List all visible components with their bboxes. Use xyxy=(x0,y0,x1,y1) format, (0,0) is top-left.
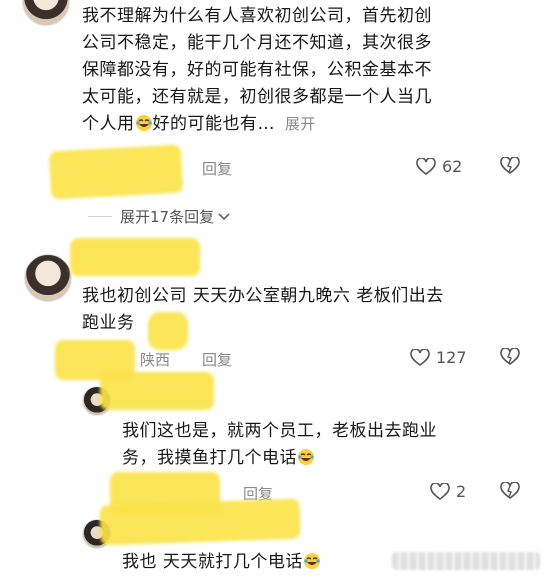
chevron-down-icon xyxy=(218,212,230,221)
reply-button[interactable]: 回复 xyxy=(202,349,232,370)
broken-heart-icon[interactable] xyxy=(500,482,520,500)
location-label: 陕西 xyxy=(140,351,171,369)
comment-body: 我不理解为什么有人喜欢初创公司，首先初创 公司不稳定，能干几个月还不知道，其次很… xyxy=(82,3,532,138)
comment-line: 我不理解为什么有人喜欢初创公司，首先初创 xyxy=(82,6,432,26)
expand-replies-button[interactable]: 展开17条回复 xyxy=(120,206,230,227)
redacted-username xyxy=(100,372,214,410)
redacted-emoji xyxy=(148,312,188,350)
reply-body: 我也 天天就打几个电话 xyxy=(122,549,422,576)
reply-button[interactable]: 回复 xyxy=(202,158,232,179)
comment-line: 保障都没有，好的可能有社保，公积金基本不 xyxy=(82,60,432,80)
avatar[interactable] xyxy=(24,254,72,302)
comment-line: 我也初创公司 天天办公室朝九晚六 老板们出去 xyxy=(82,286,444,306)
broken-heart-icon[interactable] xyxy=(500,348,520,366)
laugh-cry-emoji-icon xyxy=(135,114,153,132)
heart-icon xyxy=(430,482,450,501)
comment-line: 公司不稳定，能干几个月还不知道，其次很多 xyxy=(82,33,432,53)
broken-heart-icon[interactable] xyxy=(500,157,520,175)
like-button[interactable]: 2 xyxy=(430,482,466,501)
like-button[interactable]: 127 xyxy=(410,348,467,367)
expand-link[interactable]: 展开 xyxy=(285,115,316,133)
reply-body: 我们这也是，就两个员工，老板出去跑业 务，我摸鱼打几个电话 xyxy=(122,418,532,472)
laugh-cry-emoji-icon xyxy=(303,552,321,570)
redacted-username xyxy=(70,238,200,276)
reply-line: 务，我摸鱼打几个电话 xyxy=(122,445,532,472)
like-count: 62 xyxy=(442,157,463,176)
comment-line: 个人用 好的可能也有… 展开 xyxy=(82,114,316,134)
reply-line: 我们这也是，就两个员工，老板出去跑业 xyxy=(122,421,437,441)
redacted-username xyxy=(99,498,301,546)
divider xyxy=(88,216,112,217)
watermark xyxy=(392,552,540,570)
heart-icon xyxy=(410,348,430,367)
heart-icon xyxy=(416,157,436,176)
like-count: 127 xyxy=(436,348,467,367)
laugh-cry-emoji-icon xyxy=(297,448,315,466)
like-button[interactable]: 62 xyxy=(416,157,462,176)
expand-replies-label: 展开17条回复 xyxy=(120,208,215,226)
like-count: 2 xyxy=(456,482,467,501)
redacted-username xyxy=(48,144,184,200)
reply-line: 我也 天天就打几个电话 xyxy=(122,552,303,572)
avatar[interactable] xyxy=(22,0,70,26)
comment-line: 太可能，还有就是，初创很多都是一个人当几 xyxy=(82,87,432,107)
